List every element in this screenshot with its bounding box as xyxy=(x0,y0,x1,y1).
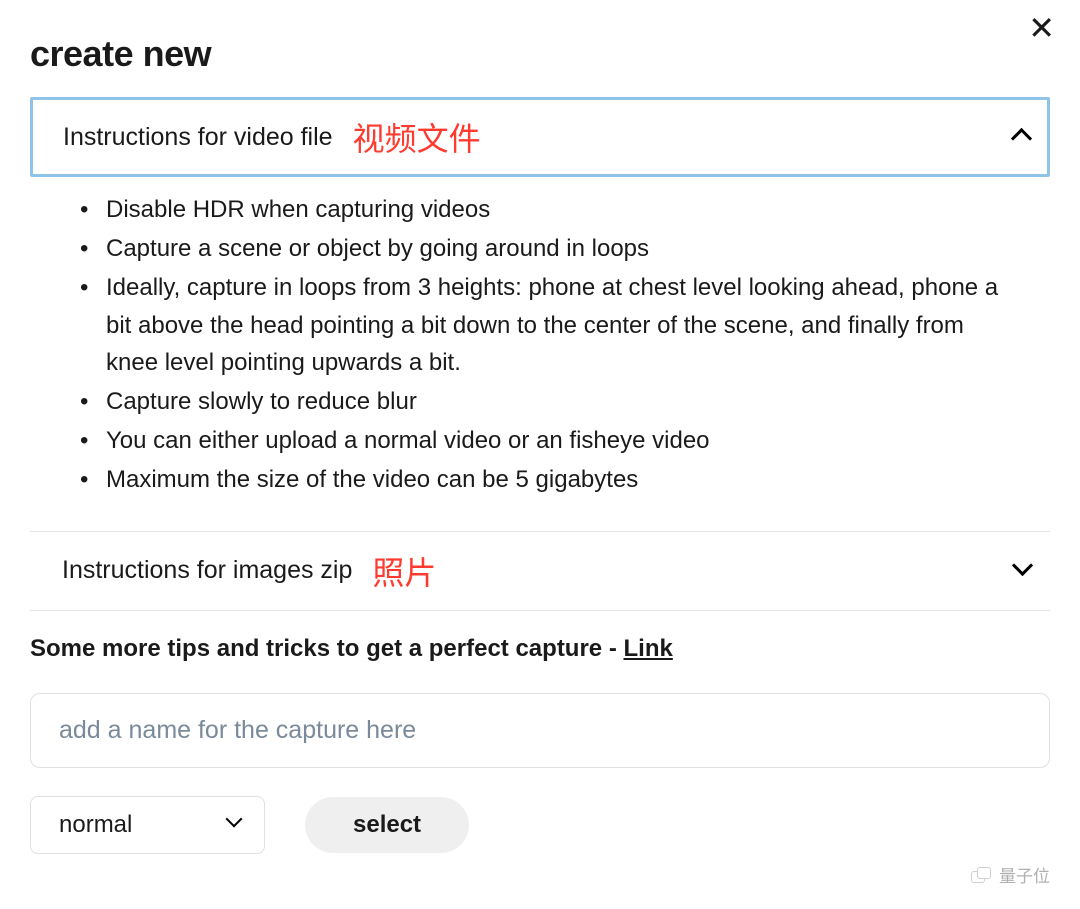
type-select[interactable]: normal xyxy=(30,796,265,854)
accordion-video-header[interactable]: Instructions for video file 视频文件 xyxy=(30,97,1050,177)
tips-text: Some more tips and tricks to get a perfe… xyxy=(30,635,1050,663)
chevron-down-icon xyxy=(1015,558,1030,584)
accordion-video-label: Instructions for video file xyxy=(63,123,333,152)
annotation-video: 视频文件 xyxy=(353,114,481,160)
video-instructions-list: Disable HDR when capturing videos Captur… xyxy=(60,191,1020,499)
accordion-images-section: Instructions for images zip 照片 xyxy=(30,531,1050,611)
chevron-up-icon xyxy=(1014,123,1029,151)
type-selected-value: normal xyxy=(59,811,132,839)
list-item: Disable HDR when capturing videos xyxy=(90,191,1020,228)
accordion-video-label-wrap: Instructions for video file 视频文件 xyxy=(63,114,481,160)
accordion-images-label: Instructions for images zip xyxy=(62,556,352,585)
watermark-text: 量子位 xyxy=(999,862,1050,887)
tips-prefix: Some more tips and tricks to get a perfe… xyxy=(30,635,623,662)
list-item: You can either upload a normal video or … xyxy=(90,422,1020,459)
annotation-images: 照片 xyxy=(372,548,436,594)
wechat-icon xyxy=(971,867,991,883)
tips-link[interactable]: Link xyxy=(623,635,672,662)
accordion-video-content: Disable HDR when capturing videos Captur… xyxy=(30,177,1050,531)
chevron-down-icon xyxy=(228,813,240,836)
page-title: create new xyxy=(30,33,1050,75)
controls-row: normal select xyxy=(30,796,1050,854)
accordion-video-section: Instructions for video file 视频文件 Disable… xyxy=(30,97,1050,531)
list-item: Capture a scene or object by going aroun… xyxy=(90,230,1020,267)
list-item: Maximum the size of the video can be 5 g… xyxy=(90,461,1020,498)
watermark: 量子位 xyxy=(971,862,1050,887)
list-item: Ideally, capture in loops from 3 heights… xyxy=(90,269,1020,381)
list-item: Capture slowly to reduce blur xyxy=(90,383,1020,420)
accordion-images-label-wrap: Instructions for images zip 照片 xyxy=(62,548,436,594)
capture-name-input[interactable] xyxy=(30,693,1050,768)
accordion-images-header[interactable]: Instructions for images zip 照片 xyxy=(30,531,1050,611)
close-icon[interactable]: ✕ xyxy=(1028,12,1055,44)
select-button[interactable]: select xyxy=(305,797,469,853)
